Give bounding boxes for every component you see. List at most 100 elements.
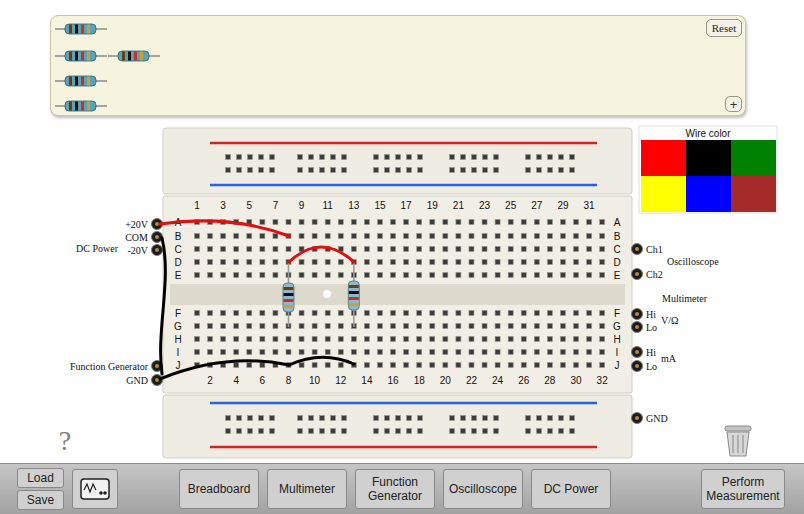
hole[interactable] [312,311,317,316]
hole[interactable] [260,350,265,355]
hole[interactable] [559,155,564,160]
hole[interactable] [208,337,213,342]
hole[interactable] [600,363,605,368]
wire-color-swatch[interactable] [731,176,776,212]
hole[interactable] [508,324,513,329]
hole[interactable] [221,311,226,316]
hole[interactable] [587,220,592,225]
hole[interactable] [600,220,605,225]
hole[interactable] [547,260,552,265]
hole[interactable] [312,324,317,329]
hole[interactable] [443,363,448,368]
hole[interactable] [325,273,330,278]
hole[interactable] [430,350,435,355]
hole[interactable] [377,363,382,368]
hole[interactable] [534,273,539,278]
hole[interactable] [574,311,579,316]
hole[interactable] [587,273,592,278]
hole[interactable] [404,260,409,265]
hole[interactable] [450,429,455,434]
hole[interactable] [547,350,552,355]
wire[interactable] [161,238,166,374]
hole[interactable] [456,324,461,329]
hole[interactable] [570,429,575,434]
hole[interactable] [338,311,343,316]
hole[interactable] [325,220,330,225]
hole[interactable] [248,429,253,434]
ground-jack[interactable] [632,413,643,424]
hole[interactable] [404,363,409,368]
hole[interactable] [377,311,382,316]
hole[interactable] [396,429,401,434]
hole[interactable] [299,363,304,368]
hole[interactable] [508,234,513,239]
hole[interactable] [548,416,553,421]
hole[interactable] [547,337,552,342]
hole[interactable] [456,337,461,342]
hole[interactable] [482,273,487,278]
hole[interactable] [385,416,390,421]
hole[interactable] [417,363,422,368]
hole[interactable] [391,273,396,278]
hole[interactable] [342,155,347,160]
hole[interactable] [456,247,461,252]
hole[interactable] [469,234,474,239]
hole[interactable] [418,429,423,434]
hole[interactable] [472,416,477,421]
hole[interactable] [260,363,265,368]
hole[interactable] [273,273,278,278]
hole[interactable] [534,363,539,368]
dc-power-jack[interactable] [152,245,163,256]
hole[interactable] [482,260,487,265]
hole[interactable] [221,324,226,329]
hole[interactable] [430,363,435,368]
wire[interactable] [160,361,289,379]
hole[interactable] [482,220,487,225]
hole[interactable] [385,429,390,434]
hole[interactable] [195,324,200,329]
hole[interactable] [377,247,382,252]
hole[interactable] [559,168,564,173]
hole[interactable] [495,363,500,368]
hole[interactable] [461,168,466,173]
hole[interactable] [521,247,526,252]
hole[interactable] [521,337,526,342]
hole[interactable] [495,260,500,265]
hole[interactable] [600,350,605,355]
hole[interactable] [299,260,304,265]
hole[interactable] [456,363,461,368]
hole[interactable] [247,247,252,252]
hole[interactable] [548,168,553,173]
hole[interactable] [364,220,369,225]
hole[interactable] [495,311,500,316]
hole[interactable] [377,350,382,355]
hole[interactable] [560,247,565,252]
hole[interactable] [226,416,231,421]
hole[interactable] [312,363,317,368]
hole[interactable] [430,234,435,239]
hole[interactable] [309,429,314,434]
hole[interactable] [482,350,487,355]
hole[interactable] [587,363,592,368]
hole[interactable] [547,234,552,239]
hole[interactable] [342,416,347,421]
hole[interactable] [404,273,409,278]
hole[interactable] [234,311,239,316]
multimeter-jack[interactable] [632,347,643,358]
hole[interactable] [494,155,499,160]
hole[interactable] [547,311,552,316]
hole[interactable] [351,247,356,252]
tool-button[interactable]: Multimeter [267,469,347,509]
hole[interactable] [570,416,575,421]
hole[interactable] [299,220,304,225]
hole[interactable] [472,429,477,434]
hole[interactable] [286,337,291,342]
hole[interactable] [417,220,422,225]
hole[interactable] [338,363,343,368]
hole[interactable] [325,350,330,355]
hole[interactable] [548,155,553,160]
hole[interactable] [325,324,330,329]
hole[interactable] [574,260,579,265]
hole[interactable] [260,247,265,252]
hole[interactable] [521,260,526,265]
